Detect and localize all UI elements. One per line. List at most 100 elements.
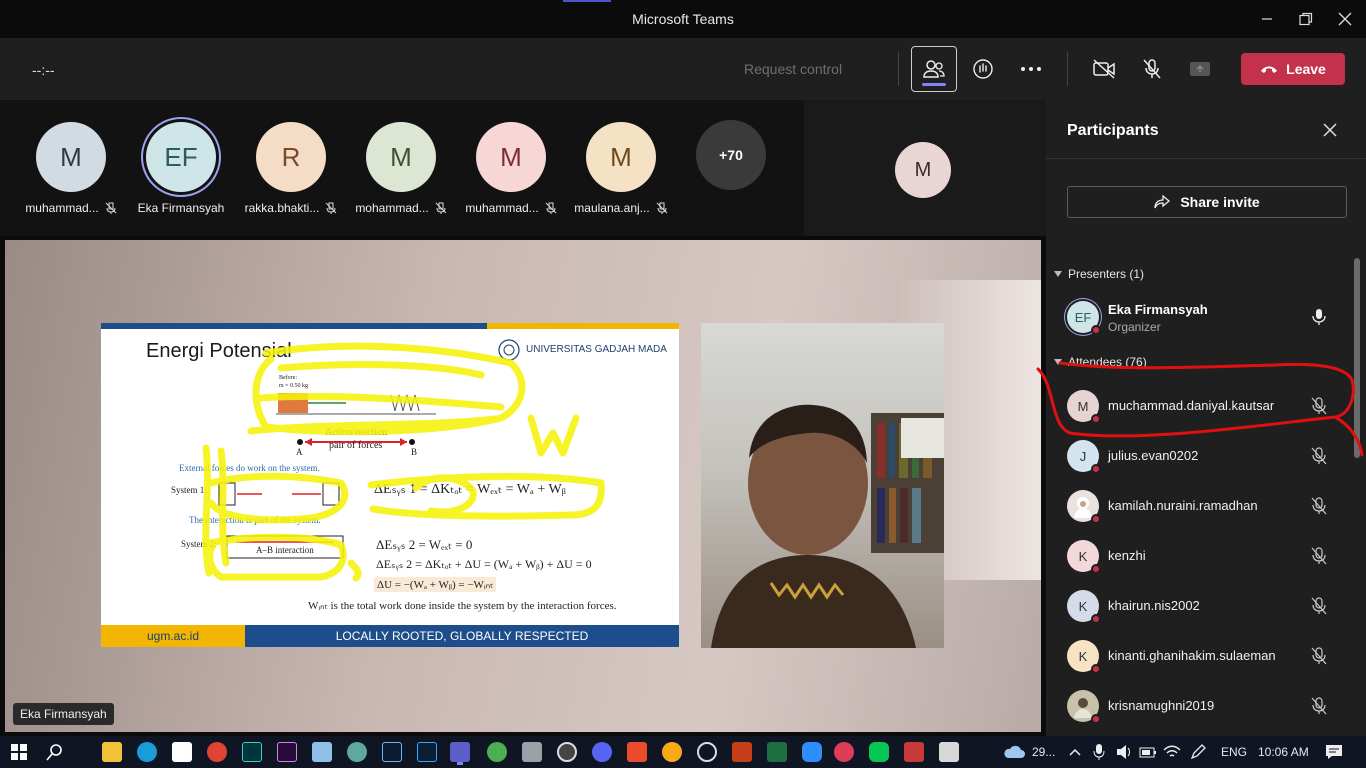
file-explorer-icon[interactable] xyxy=(102,742,122,762)
mic-muted-icon xyxy=(105,202,117,214)
leave-button[interactable]: Leave xyxy=(1241,53,1345,85)
close-panel-icon[interactable] xyxy=(1320,120,1340,140)
avatar: M xyxy=(366,122,436,192)
app-icon[interactable] xyxy=(347,742,367,762)
participant-row[interactable]: K kinanti.ghanihakim.sulaeman xyxy=(1067,636,1347,676)
avatar-initials: K xyxy=(1078,548,1088,564)
pdf-icon[interactable] xyxy=(627,742,647,762)
edge-icon[interactable] xyxy=(137,742,157,762)
camera-off-icon xyxy=(1093,59,1115,79)
share-invite-button[interactable]: Share invite xyxy=(1067,186,1347,218)
app-icon[interactable] xyxy=(939,742,959,762)
microphone-tray-icon[interactable] xyxy=(1092,742,1106,762)
participant-name-row: mohammad... xyxy=(351,201,451,215)
show-participants-button[interactable] xyxy=(911,46,957,92)
powerpoint-icon[interactable] xyxy=(732,742,752,762)
participant-name: krisnamughni2019 xyxy=(1108,698,1215,713)
mic-muted-icon xyxy=(1311,597,1327,615)
media-player-icon[interactable] xyxy=(557,742,577,762)
zoom-icon[interactable] xyxy=(802,742,822,762)
hang-up-icon xyxy=(1261,66,1278,73)
excel-icon[interactable] xyxy=(767,742,787,762)
share-icon xyxy=(1154,195,1171,209)
chrome-icon[interactable] xyxy=(207,742,227,762)
mic-off-icon xyxy=(1143,59,1161,79)
camera-toggle-button[interactable] xyxy=(1081,46,1127,92)
presenter-role: Organizer xyxy=(1108,320,1161,334)
notepad-icon[interactable] xyxy=(312,742,332,762)
teams-icon[interactable] xyxy=(450,742,470,762)
app-icon[interactable] xyxy=(834,742,854,762)
weather-cloud-icon[interactable] xyxy=(1002,742,1026,762)
photos-icon[interactable] xyxy=(522,742,542,762)
more-participants-button[interactable]: +70 xyxy=(696,120,766,190)
wifi-icon[interactable] xyxy=(1162,742,1182,762)
raise-hand-button[interactable] xyxy=(960,46,1006,92)
chevron-up-icon[interactable] xyxy=(1068,742,1082,762)
participant-row[interactable]: krisnamughni2019 xyxy=(1067,686,1347,726)
windows-start-icon[interactable] xyxy=(9,742,29,762)
participant-row-presenter[interactable]: EF Eka Firmansyah Organizer xyxy=(1067,297,1347,337)
participant-name: kenzhi xyxy=(1108,548,1146,563)
participant-name: mohammad... xyxy=(355,201,429,215)
line-icon[interactable] xyxy=(869,742,889,762)
utorrent-icon[interactable] xyxy=(487,742,507,762)
presenters-section-header[interactable]: Presenters (1) xyxy=(1054,267,1144,281)
mic-muted-icon xyxy=(1311,547,1327,565)
app-icon[interactable] xyxy=(904,742,924,762)
participant-name: khairun.nis2002 xyxy=(1108,598,1200,613)
participant-name-row: muhammad... xyxy=(21,201,121,215)
volume-icon[interactable] xyxy=(1114,742,1134,762)
mic-muted-icon xyxy=(1311,697,1327,715)
share-tray-button[interactable] xyxy=(1177,46,1223,92)
premiere-icon[interactable] xyxy=(277,742,297,762)
audition-icon[interactable] xyxy=(242,742,262,762)
discord-icon[interactable] xyxy=(592,742,612,762)
participant-tile[interactable]: M muhammad... xyxy=(461,122,561,215)
presenter-name-chip: Eka Firmansyah xyxy=(13,703,114,725)
participant-name: maulana.anj... xyxy=(574,201,650,215)
mic-toggle-button[interactable] xyxy=(1129,46,1175,92)
more-actions-button[interactable] xyxy=(1008,46,1054,92)
people-icon xyxy=(923,60,945,78)
presenters-header-label: Presenters (1) xyxy=(1068,267,1145,281)
participant-name: muhammad... xyxy=(25,201,99,215)
pen-icon[interactable] xyxy=(1188,742,1208,762)
request-control-button[interactable]: Request control xyxy=(744,61,842,77)
meeting-timer: --:-- xyxy=(32,62,55,78)
status-badge xyxy=(1091,564,1101,574)
participant-row[interactable]: kamilah.nuraini.ramadhan xyxy=(1067,486,1347,526)
notification-center-icon[interactable] xyxy=(1324,742,1344,762)
weather-text[interactable]: 29... xyxy=(1032,745,1055,759)
participant-tile[interactable]: M muhammad... xyxy=(21,122,121,215)
participant-tile[interactable]: M maulana.anj... xyxy=(571,122,671,215)
participant-tile[interactable]: R rakka.bhakti... xyxy=(241,122,341,215)
participant-row[interactable]: K khairun.nis2002 xyxy=(1067,586,1347,626)
title-accent xyxy=(563,0,611,2)
store-icon[interactable] xyxy=(172,742,192,762)
app-icon[interactable] xyxy=(662,742,682,762)
lightroom-icon[interactable] xyxy=(382,742,402,762)
avatar: M xyxy=(586,122,656,192)
clock[interactable]: 10:06 AM xyxy=(1258,745,1309,759)
participant-tile[interactable]: M mohammad... xyxy=(351,122,451,215)
participant-row[interactable]: K kenzhi xyxy=(1067,536,1347,576)
participant-name-row: rakka.bhakti... xyxy=(241,201,341,215)
footer-url: ugm.ac.id xyxy=(101,625,245,647)
participant-tile[interactable]: EF Eka Firmansyah xyxy=(131,122,231,215)
search-icon[interactable] xyxy=(45,742,65,762)
red-annotation-circle xyxy=(1036,361,1364,457)
mic-icon xyxy=(1312,309,1326,325)
avatar: K xyxy=(1067,590,1101,624)
battery-icon[interactable] xyxy=(1138,742,1158,762)
close-window-button[interactable] xyxy=(1322,0,1366,38)
settings-icon[interactable] xyxy=(697,742,717,762)
language-indicator[interactable]: ENG xyxy=(1221,745,1247,759)
mic-muted-icon xyxy=(325,202,337,214)
photoshop-icon[interactable] xyxy=(417,742,437,762)
presenter-name: Eka Firmansyah xyxy=(1108,302,1208,317)
windows-taskbar: 29... ENG 10:06 AM xyxy=(0,736,1366,768)
avatar: EF xyxy=(146,122,216,192)
mic-muted-icon xyxy=(435,202,447,214)
avatar: K xyxy=(1067,540,1101,574)
